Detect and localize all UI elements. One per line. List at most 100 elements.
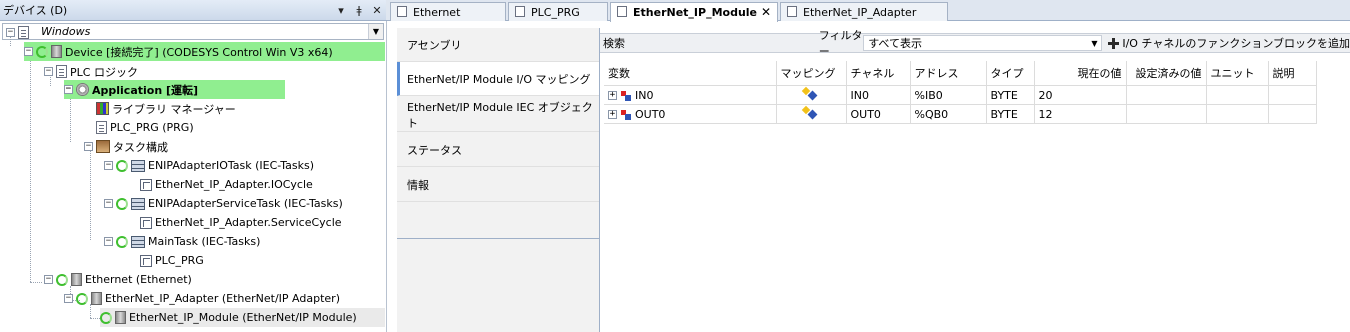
pin-icon[interactable]: ǂ	[350, 4, 368, 17]
tree-item-servicecycle[interactable]: EtherNet_IP_Adapter.ServiceCycle	[140, 213, 342, 232]
program-call-icon	[140, 216, 152, 229]
column-header[interactable]: マッピング	[776, 61, 847, 86]
side-tab-status[interactable]: ステータス	[397, 133, 599, 167]
side-tab-label: EtherNet/IP Module I/O マッピング	[407, 72, 591, 86]
variable-cell[interactable]: + IN0	[604, 85, 777, 105]
collapse-icon[interactable]: −	[44, 67, 53, 76]
tab-ethernet[interactable]: Ethernet	[390, 2, 506, 21]
table-row[interactable]: + IN0 IN0 %IB0 BYTE 20	[604, 85, 1317, 105]
tree-item-iocycle[interactable]: EtherNet_IP_Adapter.IOCycle	[140, 175, 313, 194]
document-icon	[18, 26, 29, 39]
running-status-icon	[100, 311, 112, 324]
add-io-fb-button[interactable]: I/O チャネルのファンクションブロックを追加	[1102, 35, 1350, 51]
device-icon	[91, 292, 102, 305]
collapse-icon[interactable]: −	[24, 47, 33, 56]
side-tab-info[interactable]: 情報	[397, 168, 599, 202]
side-tab-assembly[interactable]: アセンブリ	[397, 28, 599, 62]
tree-item-plc-logic[interactable]: − PLC ロジック	[44, 62, 138, 81]
unit-cell[interactable]	[1206, 85, 1269, 105]
description-cell[interactable]	[1268, 85, 1317, 105]
tree-item-label: EtherNet_IP_Adapter.ServiceCycle	[155, 216, 342, 229]
device-root-value: Windows	[41, 25, 91, 38]
plc-logic-icon	[56, 65, 67, 78]
column-header[interactable]: 設定済みの値	[1126, 61, 1207, 86]
device-icon	[115, 311, 126, 324]
column-header[interactable]: タイプ	[986, 61, 1035, 86]
tree-item-label: ENIPAdapterServiceTask (IEC-Tasks)	[148, 197, 343, 210]
tab-plc-prg[interactable]: PLC_PRG	[508, 2, 608, 21]
program-call-icon	[140, 178, 152, 191]
close-icon[interactable]: ✕	[368, 4, 386, 17]
tree-item-enip-service-task[interactable]: − ENIPAdapterServiceTask (IEC-Tasks)	[104, 194, 343, 213]
side-tab-label: ステータス	[407, 143, 462, 157]
tree-item-ethernet[interactable]: − Ethernet (Ethernet)	[44, 270, 192, 289]
tree-item-label: ライブラリ マネージャー	[112, 102, 236, 116]
chevron-down-icon[interactable]: ▼	[1091, 39, 1101, 48]
mapping-cell[interactable]	[776, 85, 847, 105]
device-icon	[71, 273, 82, 286]
tab-enip-adapter[interactable]: EtherNet_IP_Adapter	[780, 2, 948, 21]
tree-item-label: EtherNet_IP_Adapter.IOCycle	[155, 178, 313, 191]
description-cell[interactable]	[1268, 104, 1317, 124]
search-input[interactable]	[630, 35, 816, 51]
task-icon	[131, 159, 145, 172]
collapse-icon[interactable]: −	[64, 294, 73, 303]
collapse-icon[interactable]: −	[64, 85, 73, 94]
tree-item-label: Ethernet (Ethernet)	[85, 273, 192, 286]
table-row[interactable]: + OUT0 OUT0 %QB0 BYTE 12	[604, 104, 1317, 124]
collapse-icon[interactable]: −	[104, 237, 113, 246]
column-header[interactable]: チャネル	[846, 61, 911, 86]
column-header[interactable]: ユニット	[1206, 61, 1269, 86]
collapse-icon[interactable]: −	[6, 28, 15, 37]
device-root-dropdown[interactable]: Windows ▼	[2, 23, 384, 40]
input-channel-icon	[621, 90, 631, 101]
tree-item-maintask[interactable]: − MainTask (IEC-Tasks)	[104, 232, 260, 251]
collapse-icon[interactable]: −	[84, 142, 93, 151]
side-tab-label: EtherNet/IP Module IEC オブジェクト	[407, 100, 593, 130]
column-header[interactable]: アドレス	[910, 61, 987, 86]
tree-item-enip-io-task[interactable]: − ENIPAdapterIOTask (IEC-Tasks)	[104, 156, 314, 175]
column-header[interactable]: 変数	[604, 61, 777, 86]
prepared-value-cell[interactable]	[1126, 104, 1207, 124]
tree-item-label: Application [運転]	[92, 83, 199, 97]
mapping-toolbar: 検索 フィルター すべて表示 ▼ I/O チャネルのファンクションブロックを追加	[600, 29, 1350, 58]
task-icon	[131, 235, 145, 248]
tree-item-library-manager[interactable]: ライブラリ マネージャー	[84, 99, 236, 118]
tree-item-windows[interactable]: −	[6, 23, 32, 42]
expand-icon[interactable]: +	[608, 110, 617, 119]
tree-item-enip-module[interactable]: EtherNet_IP_Module (EtherNet/IP Module)	[100, 308, 385, 327]
variable-cell[interactable]: + OUT0	[604, 104, 777, 124]
new-variable-mapping-icon	[803, 107, 817, 119]
prepared-value-cell[interactable]	[1126, 85, 1207, 105]
side-tab-label: 情報	[407, 178, 429, 192]
module-side-tabs: アセンブリ EtherNet/IP Module I/O マッピング Ether…	[397, 28, 600, 332]
tree-item-label: MainTask (IEC-Tasks)	[148, 235, 261, 248]
new-variable-mapping-icon	[803, 88, 817, 100]
collapse-icon[interactable]: −	[104, 199, 113, 208]
tree-item-task-config[interactable]: − タスク構成	[84, 137, 168, 156]
column-header[interactable]: 説明	[1268, 61, 1317, 86]
add-io-fb-label: I/O チャネルのファンクションブロックを追加	[1122, 37, 1350, 50]
side-tab-iec-objects[interactable]: EtherNet/IP Module IEC オブジェクト	[397, 98, 599, 132]
expand-icon[interactable]: +	[608, 91, 617, 100]
mapping-cell[interactable]	[776, 104, 847, 124]
chevron-down-icon[interactable]: ▼	[368, 24, 383, 39]
close-icon[interactable]: ✕	[761, 5, 771, 19]
tree-item-enip-adapter[interactable]: − EtherNet_IP_Adapter (EtherNet/IP Adapt…	[64, 289, 340, 308]
panel-menu-icon[interactable]: ▾	[332, 4, 350, 17]
tree-item-application[interactable]: − Application [運転]	[64, 80, 285, 99]
tree-item-plc-prg-call[interactable]: PLC_PRG	[140, 251, 204, 270]
tab-enip-module[interactable]: EtherNet_IP_Module ✕	[610, 2, 778, 22]
collapse-icon[interactable]: −	[44, 275, 53, 284]
collapse-icon[interactable]: −	[104, 161, 113, 170]
column-header[interactable]: 現在の値	[1034, 61, 1127, 86]
library-icon	[96, 102, 109, 115]
current-value-cell: 20	[1034, 85, 1127, 105]
tree-item-plc-prg[interactable]: PLC_PRG (PRG)	[84, 118, 194, 137]
io-mapping-editor: 検索 フィルター すべて表示 ▼ I/O チャネルのファンクションブロックを追加…	[600, 28, 1350, 332]
address-cell: %QB0	[910, 104, 987, 124]
unit-cell[interactable]	[1206, 104, 1269, 124]
filter-select[interactable]: すべて表示 ▼	[863, 35, 1103, 51]
side-tab-io-mapping[interactable]: EtherNet/IP Module I/O マッピング	[397, 62, 599, 96]
tree-item-device[interactable]: − Device [接続完了] (CODESYS Control Win V3 …	[24, 42, 385, 61]
